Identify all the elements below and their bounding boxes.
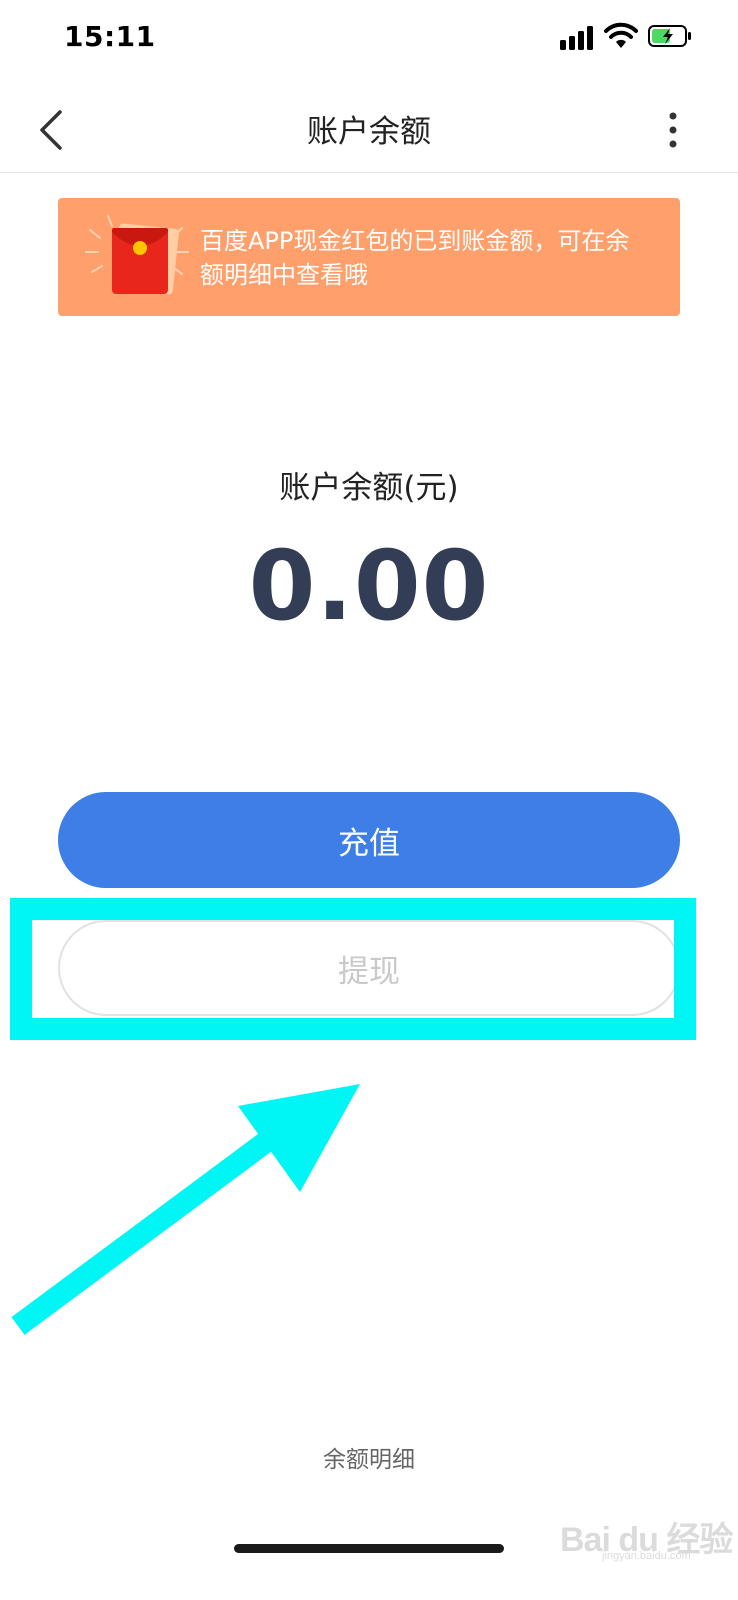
recharge-button[interactable]: 充值	[58, 792, 680, 888]
page-title: 账户余额	[307, 114, 431, 150]
balance-label: 账户余额(元)	[279, 470, 459, 506]
wifi-icon	[604, 22, 638, 48]
more-icon[interactable]	[666, 110, 680, 150]
status-time: 15:11	[64, 20, 156, 53]
watermark-logo: Bai du 经验 jingyan.baidu.com	[560, 1504, 736, 1564]
highlight-box	[10, 898, 696, 1040]
arrow-annotation-icon	[11, 1084, 360, 1335]
home-indicator[interactable]	[234, 1544, 504, 1553]
battery-icon	[648, 25, 691, 47]
red-envelope-icon	[85, 215, 189, 295]
balance-detail-link[interactable]: 余额明细	[0, 1440, 738, 1474]
balance-amount: 0.00	[248, 530, 490, 642]
signal-icon	[560, 26, 593, 50]
notice-text: 百度APP现金红包的已到账金额，可在余额明细中查看哦	[200, 227, 630, 289]
watermark-url: jingyan.baidu.com	[602, 1550, 691, 1562]
